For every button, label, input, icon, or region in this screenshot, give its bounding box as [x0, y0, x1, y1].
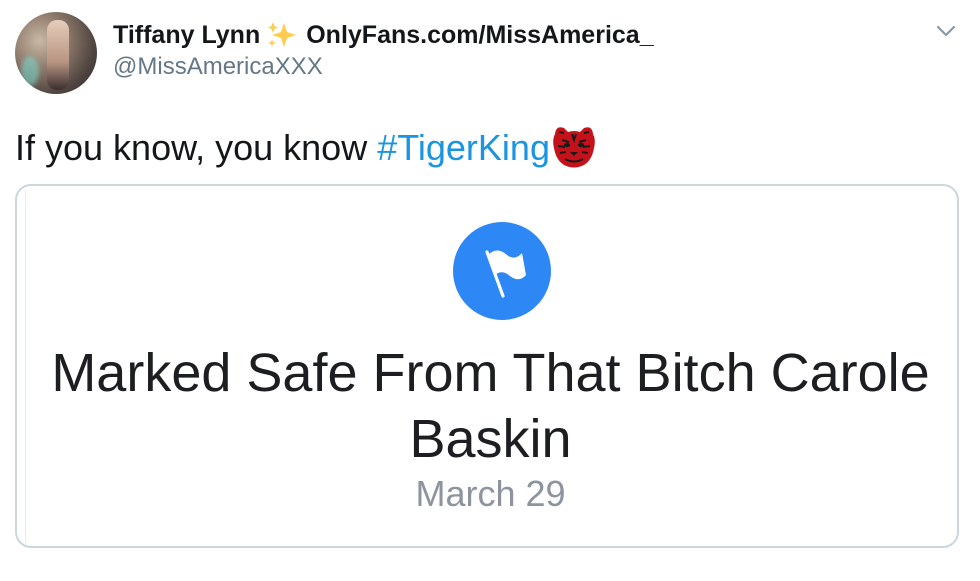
- card-date: March 29: [415, 473, 566, 514]
- avatar-figure: [47, 20, 69, 90]
- author-name-row[interactable]: Tiffany Lynn OnlyFans.com/MissAmerica_: [113, 20, 654, 50]
- author-name[interactable]: Tiffany Lynn: [113, 20, 260, 50]
- flag-badge: [453, 222, 551, 320]
- author-handle[interactable]: @MissAmericaXXX: [113, 52, 323, 82]
- avatar-glow: [21, 56, 39, 86]
- tweet-text-body: If you know, you know: [15, 127, 378, 168]
- facebook-safety-check-card[interactable]: Marked Safe From That Bitch Carole Baski…: [15, 184, 959, 548]
- flag-icon: [485, 250, 526, 298]
- card-image: Marked Safe From That Bitch Carole Baski…: [25, 190, 955, 544]
- tweet-text: If you know, you know #TigerKing: [15, 122, 598, 170]
- tiger-face-icon: [553, 127, 595, 168]
- card-title: Marked Safe From That Bitch Carole Baski…: [51, 343, 930, 469]
- sparkles-icon: [268, 22, 297, 47]
- author-bio-link[interactable]: OnlyFans.com/MissAmerica_: [306, 20, 653, 50]
- avatar[interactable]: [15, 12, 97, 94]
- hashtag-link[interactable]: #TigerKing: [377, 127, 550, 168]
- chevron-down-icon[interactable]: [936, 24, 956, 38]
